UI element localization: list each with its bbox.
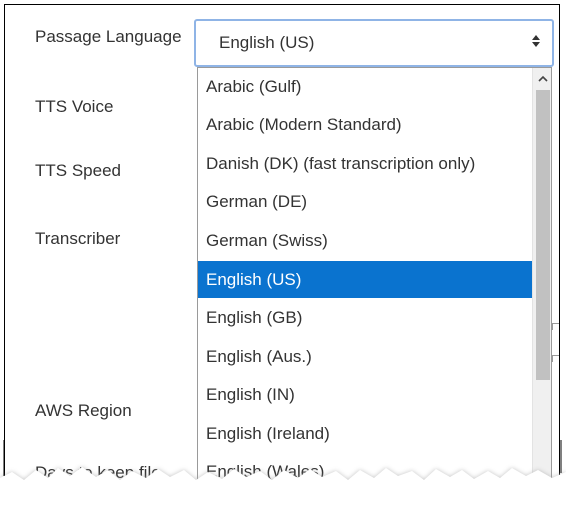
passage-language-value: English (US) [219,33,315,52]
passage-language-select[interactable]: English (US) [194,19,554,67]
option-danish-dk[interactable]: Danish (DK) (fast transcription only) [198,145,532,182]
torn-edge-decoration [0,440,566,506]
option-english-in[interactable]: English (IN) [198,376,532,413]
option-german-swiss[interactable]: German (Swiss) [198,222,532,259]
transcriber-label: Transcriber [35,229,121,248]
hidden-control-corner [552,323,559,330]
up-down-arrows-icon [532,35,540,47]
option-english-gb[interactable]: English (GB) [198,299,532,336]
option-english-us-selected[interactable]: English (US) [198,261,532,298]
option-arabic-modern-standard[interactable]: Arabic (Modern Standard) [198,106,532,143]
dropdown-scrollbar[interactable] [532,68,551,502]
option-arabic-gulf[interactable]: Arabic (Gulf) [198,68,532,105]
tts-voice-label: TTS Voice [35,97,114,116]
language-dropdown-list[interactable]: Arabic (Gulf) Arabic (Modern Standard) D… [197,67,552,502]
option-german-de[interactable]: German (DE) [198,183,532,220]
aws-region-label: AWS Region [35,401,132,420]
hidden-control-corner [552,355,559,362]
settings-panel: Passage Language TTS Voice TTS Speed Tra… [4,4,560,502]
chevron-up-icon[interactable] [533,68,551,88]
tts-speed-label: TTS Speed [35,161,121,180]
passage-language-label: Passage Language [35,27,182,46]
scrollbar-thumb[interactable] [536,90,550,380]
option-english-aus[interactable]: English (Aus.) [198,338,532,375]
